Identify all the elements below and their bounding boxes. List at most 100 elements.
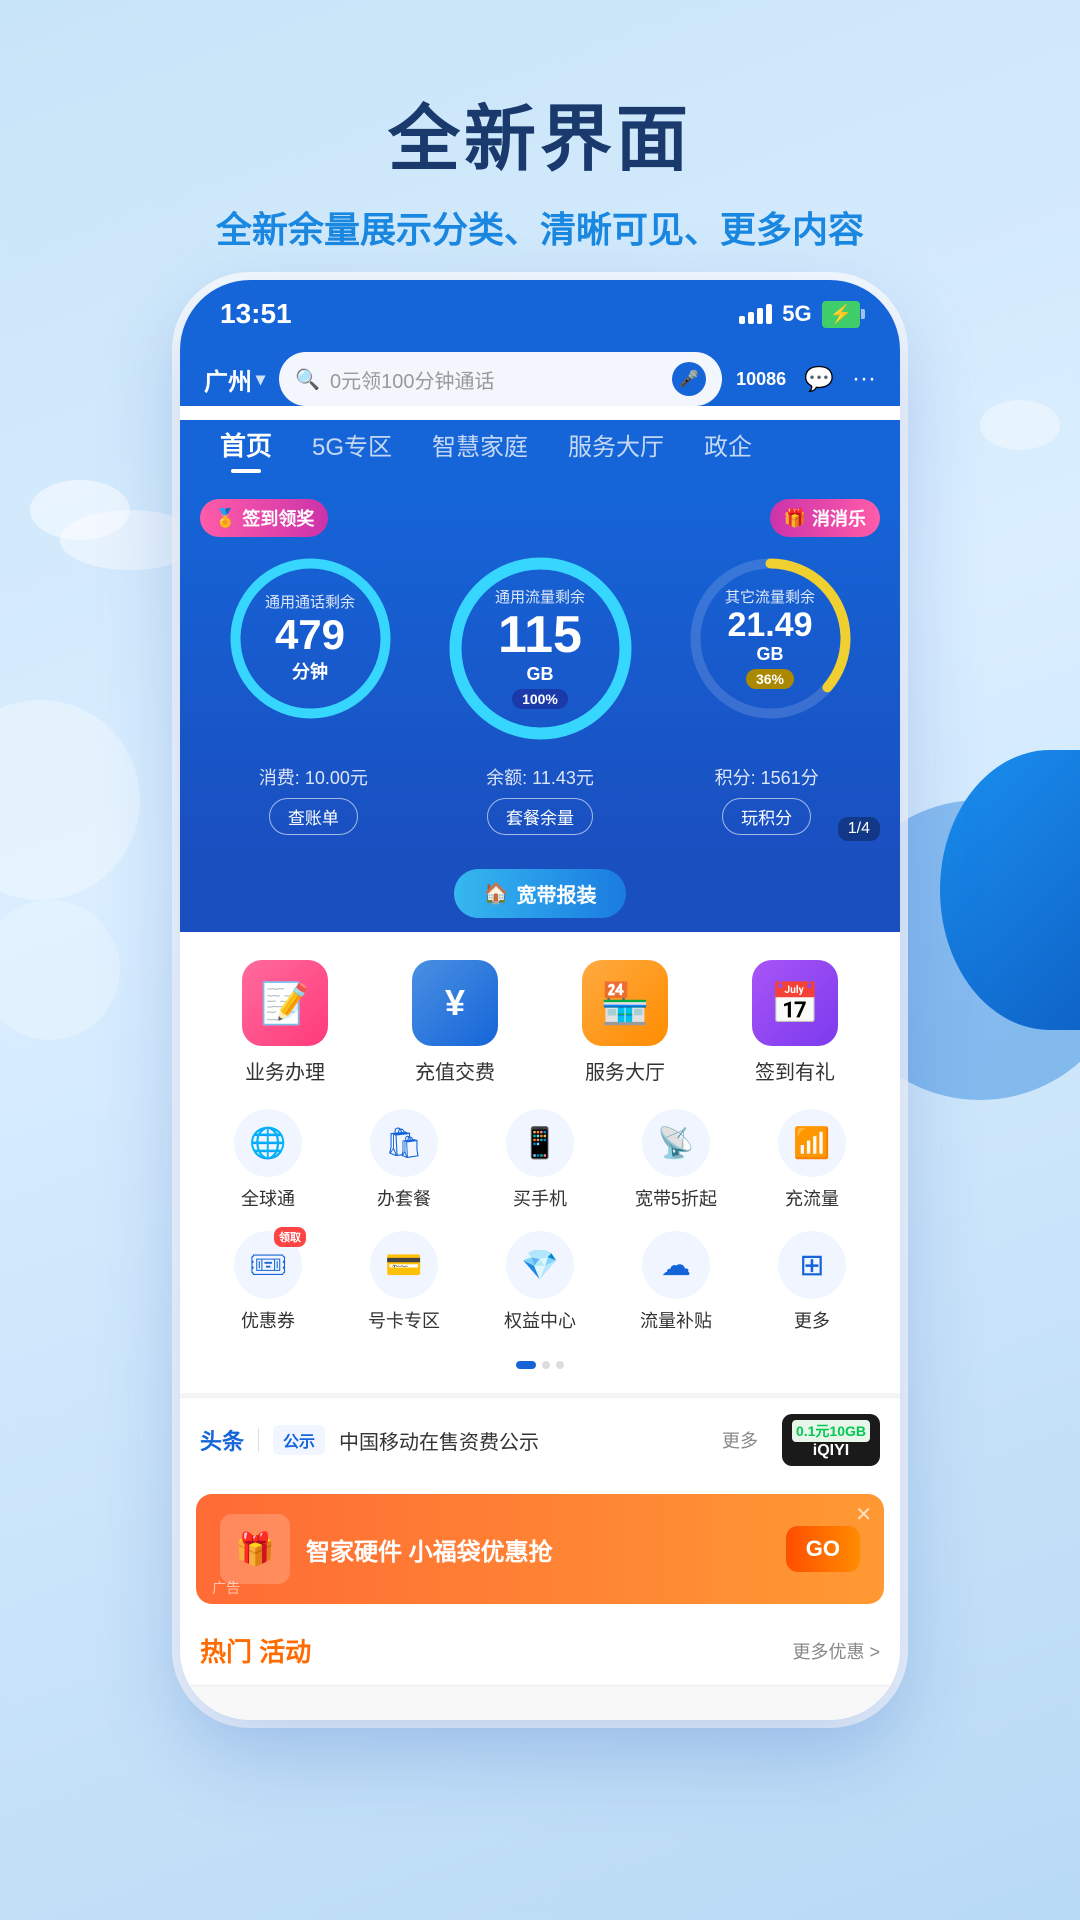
news-more[interactable]: 更多: [722, 1427, 758, 1453]
cloud-deco-2: [60, 510, 200, 570]
search-icon: 🔍: [295, 367, 320, 392]
quick-menu: 📝 业务办理 ¥ 充值交费 🏪 服务大厅 📅 签到有礼: [180, 932, 900, 1393]
news-text[interactable]: 中国移动在售资费公示: [339, 1426, 708, 1455]
ad-text: 智家硬件 小福袋优惠抢: [306, 1532, 770, 1567]
search-bar[interactable]: 🔍 0元领100分钟通话 🎤: [279, 352, 722, 406]
checkin-badge-icon: 🏅: [214, 508, 236, 529]
iqiyi-brand: iQIYI: [813, 1442, 849, 1460]
package-icon: 🛍: [370, 1109, 438, 1177]
secondary-coupon[interactable]: 🎟 领取 优惠券: [211, 1231, 326, 1333]
secondary-row-2: 🎟 领取 优惠券 💳 号卡专区 💎 权益中心 ☁ 流量补贴: [200, 1231, 880, 1333]
secondary-global[interactable]: 🌐 全球通: [211, 1109, 326, 1211]
chevron-down-icon: ▾: [256, 369, 265, 390]
recharge-icon: ¥: [412, 960, 498, 1046]
quick-item-recharge[interactable]: ¥ 充值交费: [390, 960, 520, 1085]
cloud-deco-3: [980, 400, 1060, 450]
status-bar: 13:51 5G ⚡: [180, 280, 900, 342]
secondary-more[interactable]: ⊞ 更多: [755, 1231, 870, 1333]
divider: [258, 1428, 259, 1452]
network-label: 5G: [782, 301, 811, 327]
page-title: 全新界面: [0, 80, 1080, 185]
search-placeholder-text: 0元领100分钟通话: [330, 365, 662, 394]
coupon-icon: 🎟 领取: [234, 1231, 302, 1299]
tab-enterprise[interactable]: 政企: [684, 421, 772, 468]
secondary-package[interactable]: 🛍 办套餐: [347, 1109, 462, 1211]
secondary-row-1: 🌐 全球通 🛍 办套餐 📱 买手机 📡 宽带5折起 📶 充流量: [200, 1109, 880, 1211]
global-icon: 🌐: [234, 1109, 302, 1177]
ad-icon: 🎁: [220, 1514, 290, 1584]
page-indicator: 1/4: [838, 817, 880, 841]
dot-3: [556, 1361, 564, 1369]
news-badge: 公示: [273, 1425, 325, 1455]
banner-info-row: 消费: 10.00元 查账单 余额: 11.43元 套餐余量 积分: 1561分…: [200, 764, 880, 835]
banner-area: 🏅 签到领奖 🎁 消消乐: [180, 483, 900, 855]
broadband-icon: 📡: [642, 1109, 710, 1177]
checkin-icon: 📅: [752, 960, 838, 1046]
points-text: 积分: 1561分: [715, 764, 819, 790]
page-header: 全新界面 全新余量展示分类、清晰可见、更多内容: [0, 0, 1080, 283]
business-icon: 📝: [242, 960, 328, 1046]
more-icon[interactable]: ···: [852, 365, 876, 393]
other-gauge[interactable]: 其它流量剩余 21.49 GB 36%: [660, 551, 880, 726]
data-topup-icon: 📶: [778, 1109, 846, 1177]
tab-service[interactable]: 服务大厅: [548, 421, 684, 468]
news-tag: 头条: [200, 1424, 244, 1456]
points-button[interactable]: 玩积分: [722, 798, 811, 835]
iqiyi-label: 0.1元10GB: [792, 1420, 870, 1442]
home-icon: 🏠: [484, 881, 509, 906]
quick-row-1: 📝 业务办理 ¥ 充值交费 🏪 服务大厅 📅 签到有礼: [200, 960, 880, 1085]
quick-item-service-hall[interactable]: 🏪 服务大厅: [560, 960, 690, 1085]
more-menu-icon: ⊞: [778, 1231, 846, 1299]
news-bar: 头条 公示 中国移动在售资费公示 更多 0.1元10GB iQIYI: [180, 1397, 900, 1482]
ad-tag: 广告: [212, 1578, 240, 1598]
secondary-topup[interactable]: 📶 充流量: [755, 1109, 870, 1211]
dot-1: [516, 1361, 536, 1369]
phone-shop-icon: 📱: [506, 1109, 574, 1177]
voice-gauge[interactable]: 通用通话剩余 479 分钟: [200, 551, 420, 726]
secondary-phone[interactable]: 📱 买手机: [483, 1109, 598, 1211]
broadband-bar: 🏠 宽带报装: [180, 855, 900, 932]
service-number[interactable]: 10086: [736, 369, 786, 390]
location-button[interactable]: 广州 ▾: [204, 362, 265, 397]
hot-activities-header: 热门 活动 更多优惠 >: [180, 1616, 900, 1685]
balance-text: 余额: 11.43元: [486, 764, 594, 790]
secondary-data-sub[interactable]: ☁ 流量补贴: [619, 1231, 734, 1333]
hot-more-button[interactable]: 更多优惠 >: [792, 1638, 880, 1664]
top-nav: 广州 ▾ 🔍 0元领100分钟通话 🎤 10086 💬 ···: [180, 342, 900, 406]
tab-5g[interactable]: 5G专区: [292, 421, 412, 468]
battery-icon: ⚡: [822, 301, 860, 328]
mic-button[interactable]: 🎤: [672, 362, 706, 396]
secondary-benefits[interactable]: 💎 权益中心: [483, 1231, 598, 1333]
tab-bar: 首页 5G专区 智慧家庭 服务大厅 政企: [180, 420, 900, 483]
iqiyi-promo[interactable]: 0.1元10GB iQIYI: [782, 1414, 880, 1466]
consumption-text: 消费: 10.00元: [259, 764, 368, 790]
tab-smart-home[interactable]: 智慧家庭: [412, 421, 548, 468]
ad-banner[interactable]: 🎁 智家硬件 小福袋优惠抢 GO ✕ 广告: [196, 1494, 884, 1604]
broadband-button[interactable]: 🏠 宽带报装: [454, 869, 627, 918]
quick-item-business[interactable]: 📝 业务办理: [220, 960, 350, 1085]
secondary-broadband[interactable]: 📡 宽带5折起: [619, 1109, 734, 1211]
package-button[interactable]: 套餐余量: [487, 798, 593, 835]
phone-mockup: 13:51 5G ⚡ 广州 ▾ 🔍: [180, 280, 900, 1720]
bill-button[interactable]: 查账单: [269, 798, 358, 835]
status-icons: 5G ⚡: [739, 301, 860, 328]
gift-icon: 🎁: [784, 508, 806, 529]
ad-close-button[interactable]: ✕: [855, 1502, 872, 1527]
dot-indicator: [200, 1353, 880, 1377]
ad-go-button[interactable]: GO: [786, 1526, 860, 1572]
data-gauge[interactable]: 通用流量剩余 115 GB 100%: [430, 551, 650, 746]
game-badge[interactable]: 🎁 消消乐: [770, 499, 880, 537]
benefits-icon: 💎: [506, 1231, 574, 1299]
signal-icon: [739, 304, 772, 324]
simcard-icon: 💳: [370, 1231, 438, 1299]
service-hall-icon: 🏪: [582, 960, 668, 1046]
tab-home[interactable]: 首页: [200, 420, 292, 469]
bottom-spacer: [180, 1685, 900, 1720]
status-time: 13:51: [220, 298, 292, 330]
quick-item-checkin[interactable]: 📅 签到有礼: [730, 960, 860, 1085]
secondary-simcard[interactable]: 💳 号卡专区: [347, 1231, 462, 1333]
data-sub-icon: ☁: [642, 1231, 710, 1299]
checkin-badge[interactable]: 🏅 签到领奖: [200, 499, 328, 537]
message-icon[interactable]: 💬: [804, 365, 834, 394]
gauges-row: 通用通话剩余 479 分钟 通用流量剩余: [200, 551, 880, 746]
